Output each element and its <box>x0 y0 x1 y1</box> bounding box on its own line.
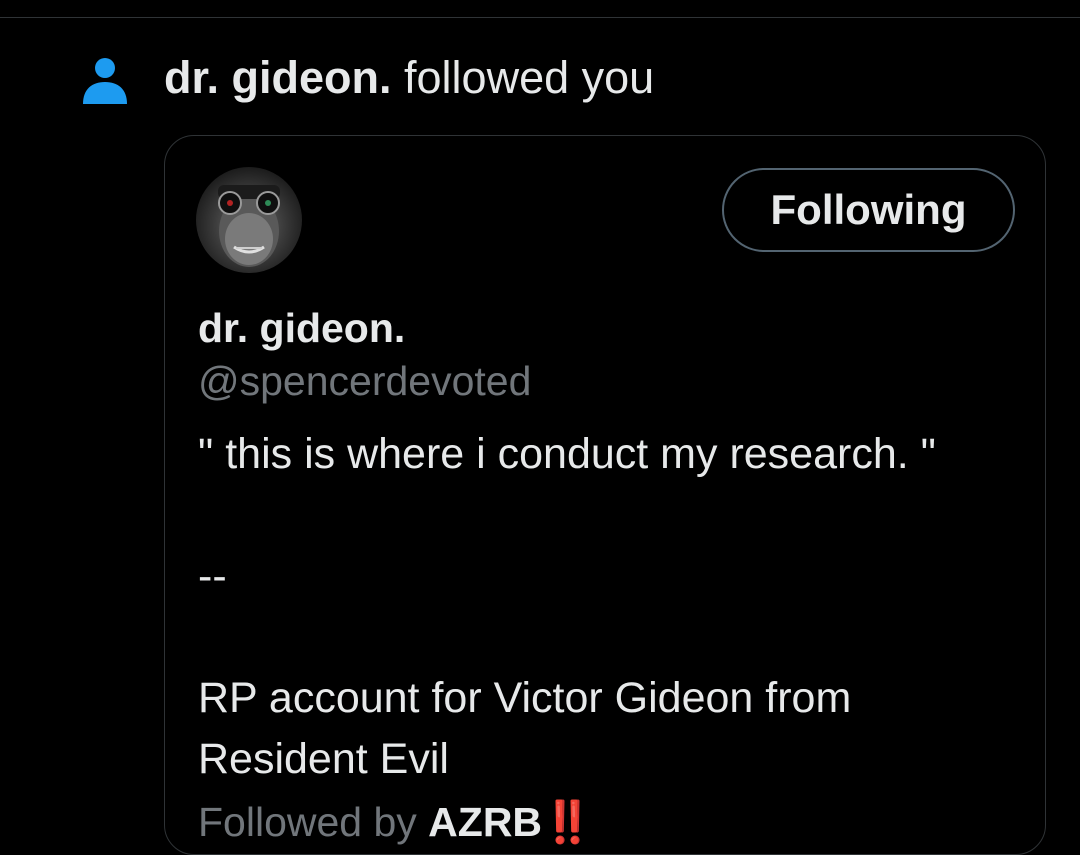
notification-actor-name[interactable]: dr. gideon. <box>164 52 392 103</box>
following-button[interactable]: Following <box>722 168 1015 252</box>
followed-by-prefix: Followed by <box>198 799 429 845</box>
avatar-image <box>218 185 280 267</box>
user-bio: " this is where i conduct my research. "… <box>198 430 936 783</box>
followed-by-name[interactable]: AZRB <box>428 799 542 845</box>
double-exclamation-icon: ‼️ <box>542 799 594 845</box>
person-icon <box>83 58 127 104</box>
user-display-name[interactable]: dr. gideon. <box>198 304 405 352</box>
user-card[interactable]: Following dr. gideon. @spencerdevoted " … <box>164 135 1046 855</box>
follow-notification[interactable]: dr. gideon. followed you Following dr. g… <box>0 0 1080 855</box>
user-handle[interactable]: @spencerdevoted <box>198 357 531 405</box>
avatar[interactable] <box>196 167 302 273</box>
notification-text: dr. gideon. followed you <box>164 52 654 104</box>
followed-by[interactable]: Followed by AZRB‼️ <box>198 798 593 846</box>
notification-action-text: followed you <box>391 52 655 103</box>
